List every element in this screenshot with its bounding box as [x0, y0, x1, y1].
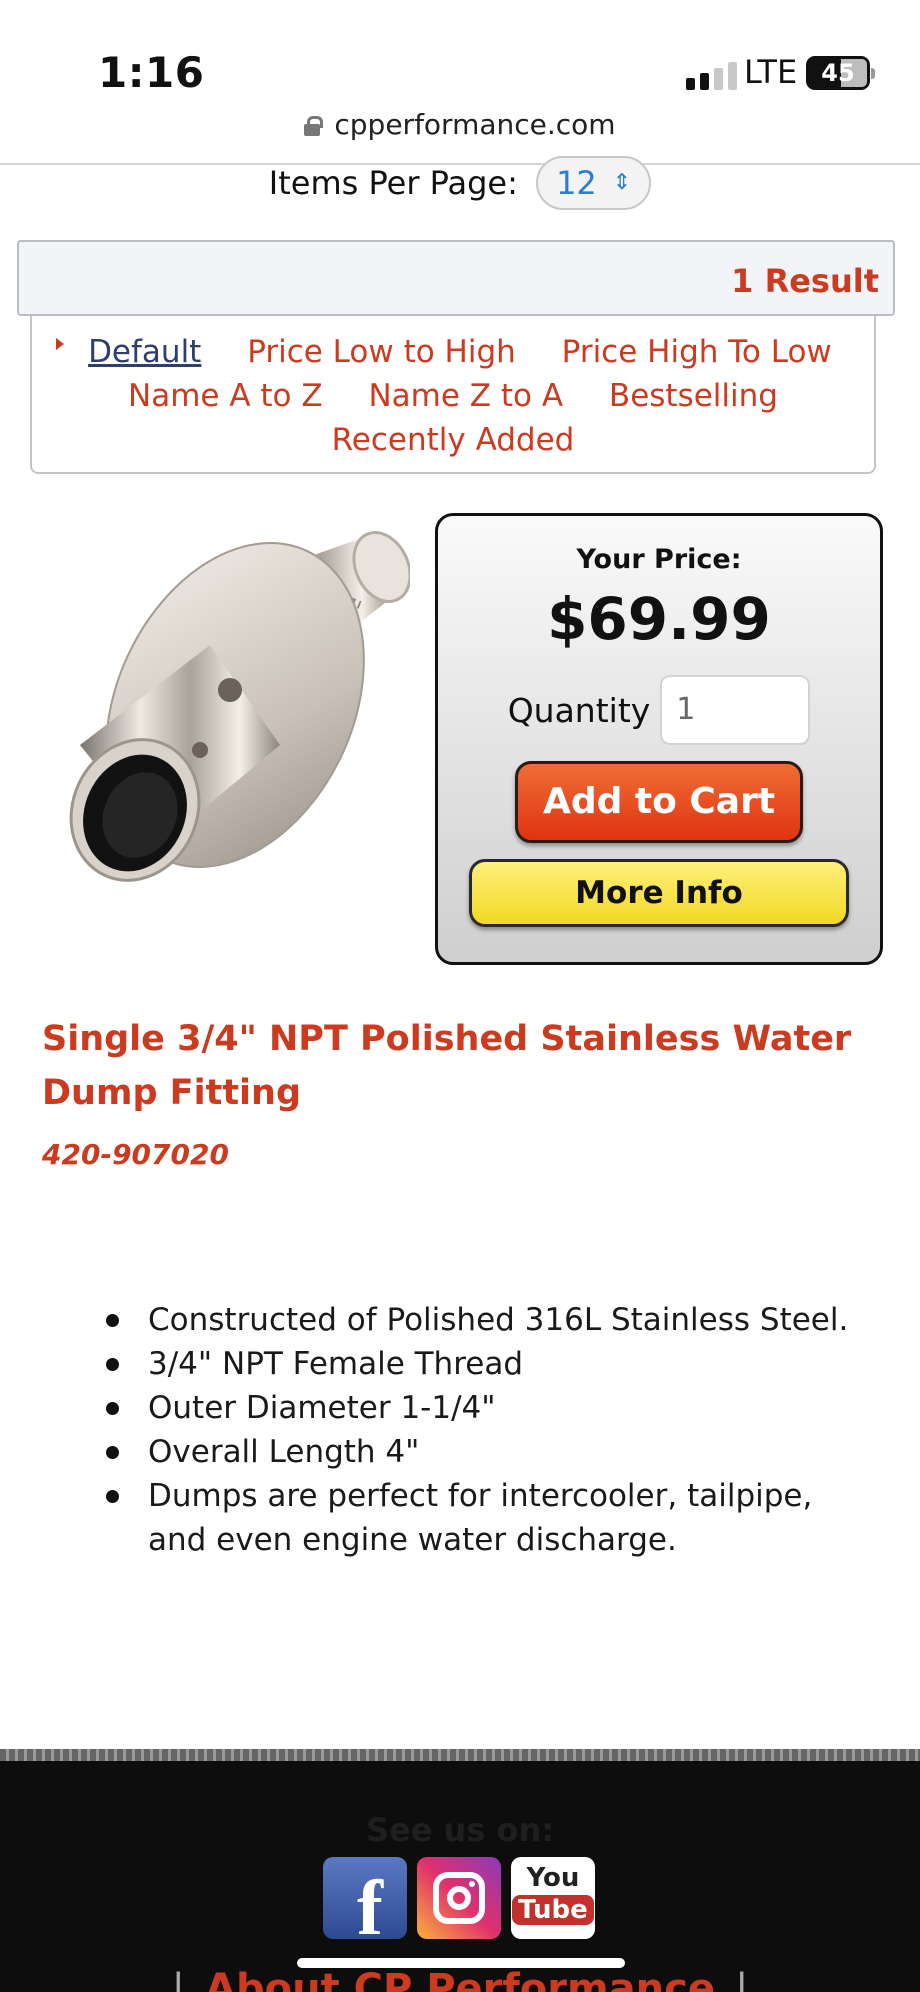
- product-price: $69.99: [547, 585, 771, 653]
- price-label: Your Price:: [576, 544, 742, 575]
- sort-default[interactable]: Default: [88, 334, 201, 370]
- lock-icon: [304, 116, 324, 136]
- list-item: Constructed of Polished 316L Stainless S…: [106, 1298, 866, 1342]
- footer-divider: [0, 1749, 920, 1761]
- more-info-button[interactable]: More Info: [469, 859, 849, 927]
- home-indicator[interactable]: [297, 1958, 625, 1968]
- sort-price-low-high[interactable]: Price Low to High: [247, 334, 516, 370]
- instagram-icon[interactable]: [417, 1857, 501, 1939]
- youtube-icon[interactable]: You Tube: [511, 1857, 595, 1939]
- separator: |: [171, 1966, 186, 1992]
- product-title[interactable]: Single 3/4" NPT Polished Stainless Water…: [42, 1012, 872, 1120]
- sort-price-high-low[interactable]: Price High To Low: [562, 334, 832, 370]
- about-link-row: | About CP Performance |: [0, 1966, 920, 1992]
- items-per-page-value: 12: [556, 164, 597, 202]
- separator: |: [734, 1966, 749, 1992]
- social-links: f You Tube: [323, 1857, 595, 1939]
- about-link[interactable]: About CP Performance: [205, 1966, 715, 1992]
- battery-icon: 45: [806, 56, 875, 90]
- status-time: 1:16: [98, 48, 205, 97]
- sort-bestselling[interactable]: Bestselling: [609, 378, 778, 414]
- battery-level: 45: [821, 59, 855, 87]
- items-per-page-label: Items Per Page:: [268, 164, 518, 202]
- sort-options: Default Price Low to High Price High To …: [30, 316, 876, 474]
- product-image[interactable]: [40, 515, 410, 905]
- items-per-page: Items Per Page: 12 ⇕: [0, 156, 920, 210]
- items-per-page-select[interactable]: 12 ⇕: [536, 156, 652, 210]
- network-type: LTE: [744, 53, 798, 91]
- list-item: Outer Diameter 1-1/4": [106, 1386, 866, 1430]
- result-bar: 1 Result: [17, 240, 895, 316]
- feature-list: Constructed of Polished 316L Stainless S…: [106, 1298, 866, 1562]
- address-bar[interactable]: cpperformance.com: [0, 108, 920, 141]
- quantity-label: Quantity: [507, 690, 651, 730]
- active-sort-marker-icon: [56, 338, 65, 350]
- price-box: Your Price: $69.99 Quantity 1 Add to Car…: [435, 513, 883, 965]
- chevron-updown-icon: ⇕: [612, 170, 632, 195]
- youtube-logo-top: You: [526, 1863, 580, 1893]
- sort-recently-added[interactable]: Recently Added: [332, 422, 575, 458]
- facebook-icon[interactable]: f: [323, 1857, 407, 1939]
- quantity-row: Quantity 1: [438, 675, 880, 745]
- see-us-on-label: See us on:: [365, 1811, 555, 1849]
- sort-name-z-a[interactable]: Name Z to A: [368, 378, 563, 414]
- status-bar: 1:16 LTE 45: [0, 0, 920, 110]
- list-item: Dumps are perfect for intercooler, tailp…: [106, 1474, 866, 1562]
- sort-name-a-z[interactable]: Name A to Z: [128, 378, 323, 414]
- list-item: 3/4" NPT Female Thread: [106, 1342, 866, 1386]
- result-count: 1 Result: [731, 262, 879, 300]
- add-to-cart-button[interactable]: Add to Cart: [515, 761, 803, 843]
- url-text: cpperformance.com: [334, 108, 616, 141]
- youtube-logo-bottom: Tube: [512, 1895, 594, 1925]
- list-item: Overall Length 4": [106, 1430, 866, 1474]
- quantity-input[interactable]: 1: [660, 675, 811, 745]
- signal-icon: [686, 62, 737, 90]
- product-sku: 420-907020: [42, 1138, 229, 1171]
